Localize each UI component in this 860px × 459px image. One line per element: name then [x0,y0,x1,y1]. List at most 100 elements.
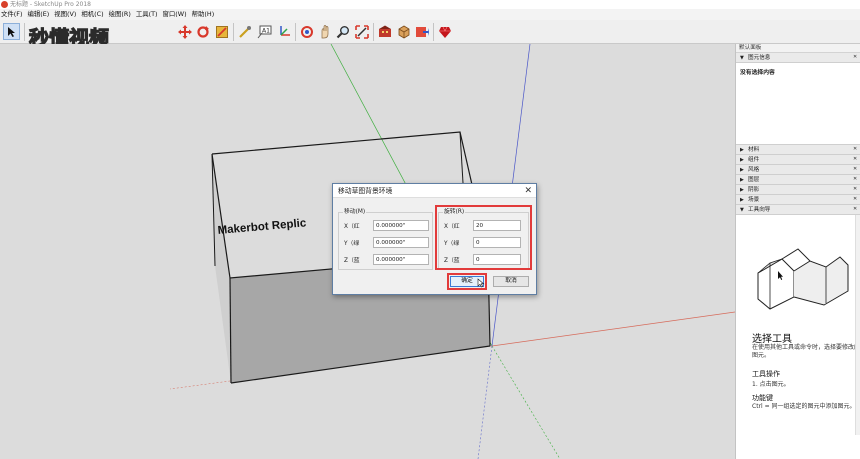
warehouse-icon[interactable] [376,23,393,40]
dialog-title-bar: 移动草图背景环境 ✕ [333,184,536,198]
close-icon[interactable]: ✕ [853,177,858,182]
close-icon[interactable]: ✕ [853,207,858,212]
tray-shadows[interactable]: ▶ 阴影 ✕ [736,185,860,195]
tray-components[interactable]: ▶ 组件 ✕ [736,155,860,165]
green-axis-dashed [491,345,561,459]
dialog-title: 移动草图背景环境 [338,187,393,195]
orbit-tool-icon[interactable] [298,23,315,40]
instructor-keys-item: Ctrl = 同一组选定的图元中添加图元。 [752,403,856,410]
menu-help[interactable]: 帮助(H) [192,9,215,20]
menu-file[interactable]: 文件(F) [1,9,22,20]
tray-styles[interactable]: ▶ 风格 ✕ [736,165,860,175]
menu-tools[interactable]: 工具(T) [136,9,158,20]
rotate-x-input[interactable] [473,220,521,231]
tray-shadows-label: 阴影 [748,187,760,193]
ruby-icon[interactable] [436,23,453,40]
collapse-arrow-icon: ▼ [740,207,744,213]
menu-view[interactable]: 视图(V) [54,9,76,20]
pan-tool-icon[interactable] [316,23,333,40]
tray-materials[interactable]: ▶ 材料 ✕ [736,145,860,155]
move-group-label: 移动(M) [343,208,367,216]
move-z-row: Z（蓝 [344,254,429,265]
rotate-z-input[interactable] [473,254,521,265]
rotate-group-label: 旋转(R) [443,208,466,216]
toolbar-separator [233,23,234,41]
scale-tool-icon[interactable] [213,23,230,40]
close-icon[interactable]: ✕ [853,197,858,202]
move-y-row: Y（绿 [344,237,429,248]
instructor-ops-item: 1. 点击图元。 [752,381,790,388]
toolbar-separator [24,23,25,41]
expand-arrow-icon: ▶ [740,177,744,183]
instructor-keys-title: 功能键 [752,394,773,402]
tray-scenes[interactable]: ▶ 场景 ✕ [736,195,860,205]
rotate-y-label: Y（绿 [444,241,460,247]
rotate-tool-icon[interactable] [194,23,211,40]
toolbar-separator [373,23,374,41]
rotate-z-row: Z（蓝 [444,254,521,265]
components-icon[interactable] [395,23,412,40]
menu-bar: 文件(F) 编辑(E) 视图(V) 相机(C) 绘图(R) 工具(T) 窗口(W… [0,9,860,20]
menu-draw[interactable]: 绘图(R) [109,9,131,20]
close-icon[interactable]: ✕ [853,157,858,162]
default-tray-panel: 默认面板 ▼ 图元信息 ✕ 没有选择内容 ▶ 材料 ✕ ▶ 组件 ✕ ▶ 风格 ✕ ▶ 图… [735,44,860,459]
tray-layers[interactable]: ▶ 图层 ✕ [736,175,860,185]
move-x-row: X（红 [344,220,429,231]
tape-measure-icon[interactable] [236,23,253,40]
cancel-button[interactable]: 取消 [493,276,529,287]
axes-tool-icon[interactable] [275,23,292,40]
expand-arrow-icon: ▶ [740,197,744,203]
close-icon[interactable]: ✕ [853,187,858,192]
rotate-y-input[interactable] [473,237,521,248]
red-axis [491,311,735,347]
move-y-label: Y（绿 [344,241,360,247]
rotate-z-label: Z（蓝 [444,258,460,264]
instructor-description: 在使用其他工具或命令时，选择要修改的图元。 [752,344,860,359]
extension-icon[interactable] [413,23,430,40]
zoom-extents-icon[interactable] [353,23,370,40]
select-tool-icon[interactable] [3,23,20,40]
tray-layers-label: 图层 [748,177,760,183]
rotate-x-label: X（红 [444,224,460,230]
close-icon[interactable]: ✕ [524,184,532,198]
tray-scenes-label: 场景 [748,197,760,203]
expand-arrow-icon: ▶ [740,187,744,193]
close-icon[interactable]: ✕ [853,167,858,172]
toolbar: A1 [0,20,860,44]
title-bar: 无标题 - SketchUp Pro 2018 [0,0,860,9]
entity-info-text: 没有选择内容 [740,70,775,76]
move-x-label: X（红 [344,224,360,230]
instructor-title: 选择工具 [752,334,792,345]
move-tool-icon[interactable] [176,23,193,40]
move-group: 移动(M) X（红 Y（绿 Z（蓝 [338,208,433,270]
scene-label: Makerbot Replic [217,217,307,237]
move-z-input[interactable] [373,254,429,265]
sketchup-app-icon [1,1,8,8]
collapse-arrow-icon: ▼ [740,55,744,61]
rotate-x-row: X（红 [444,220,521,231]
menu-edit[interactable]: 编辑(E) [27,9,49,20]
instructor-ops-title: 工具操作 [752,370,780,378]
mouse-cursor-icon [477,278,485,288]
zoom-tool-icon[interactable] [334,23,351,40]
close-icon[interactable]: ✕ [853,55,858,60]
tray-components-label: 组件 [748,157,760,163]
move-x-input[interactable] [373,220,429,231]
menu-window[interactable]: 窗口(W) [163,9,187,20]
tray-entity-info[interactable]: ▼ 图元信息 ✕ [736,53,860,63]
tray-instructor[interactable]: ▼ 工具向导 ✕ [736,205,860,215]
move-y-input[interactable] [373,237,429,248]
close-icon[interactable]: ✕ [853,147,858,152]
instructor-scrollbar[interactable] [855,215,860,435]
instructor-body: 选择工具 在使用其他工具或命令时，选择要修改的图元。 工具操作 1. 点击图元。… [736,215,860,435]
menu-camera[interactable]: 相机(C) [81,9,103,20]
tray-styles-label: 风格 [748,167,760,173]
rotate-y-row: Y（绿 [444,237,521,248]
svg-text:A1: A1 [262,27,270,34]
blue-axis-dashed [477,345,493,459]
background-move-dialog: 移动草图背景环境 ✕ 移动(M) X（红 Y（绿 Z（蓝 旋转(R) X（红 Y… [332,183,537,295]
text-tool-icon[interactable]: A1 [256,23,273,40]
tray-entity-info-label: 图元信息 [748,55,771,61]
expand-arrow-icon: ▶ [740,167,744,173]
entity-info-body: 没有选择内容 [736,63,860,145]
